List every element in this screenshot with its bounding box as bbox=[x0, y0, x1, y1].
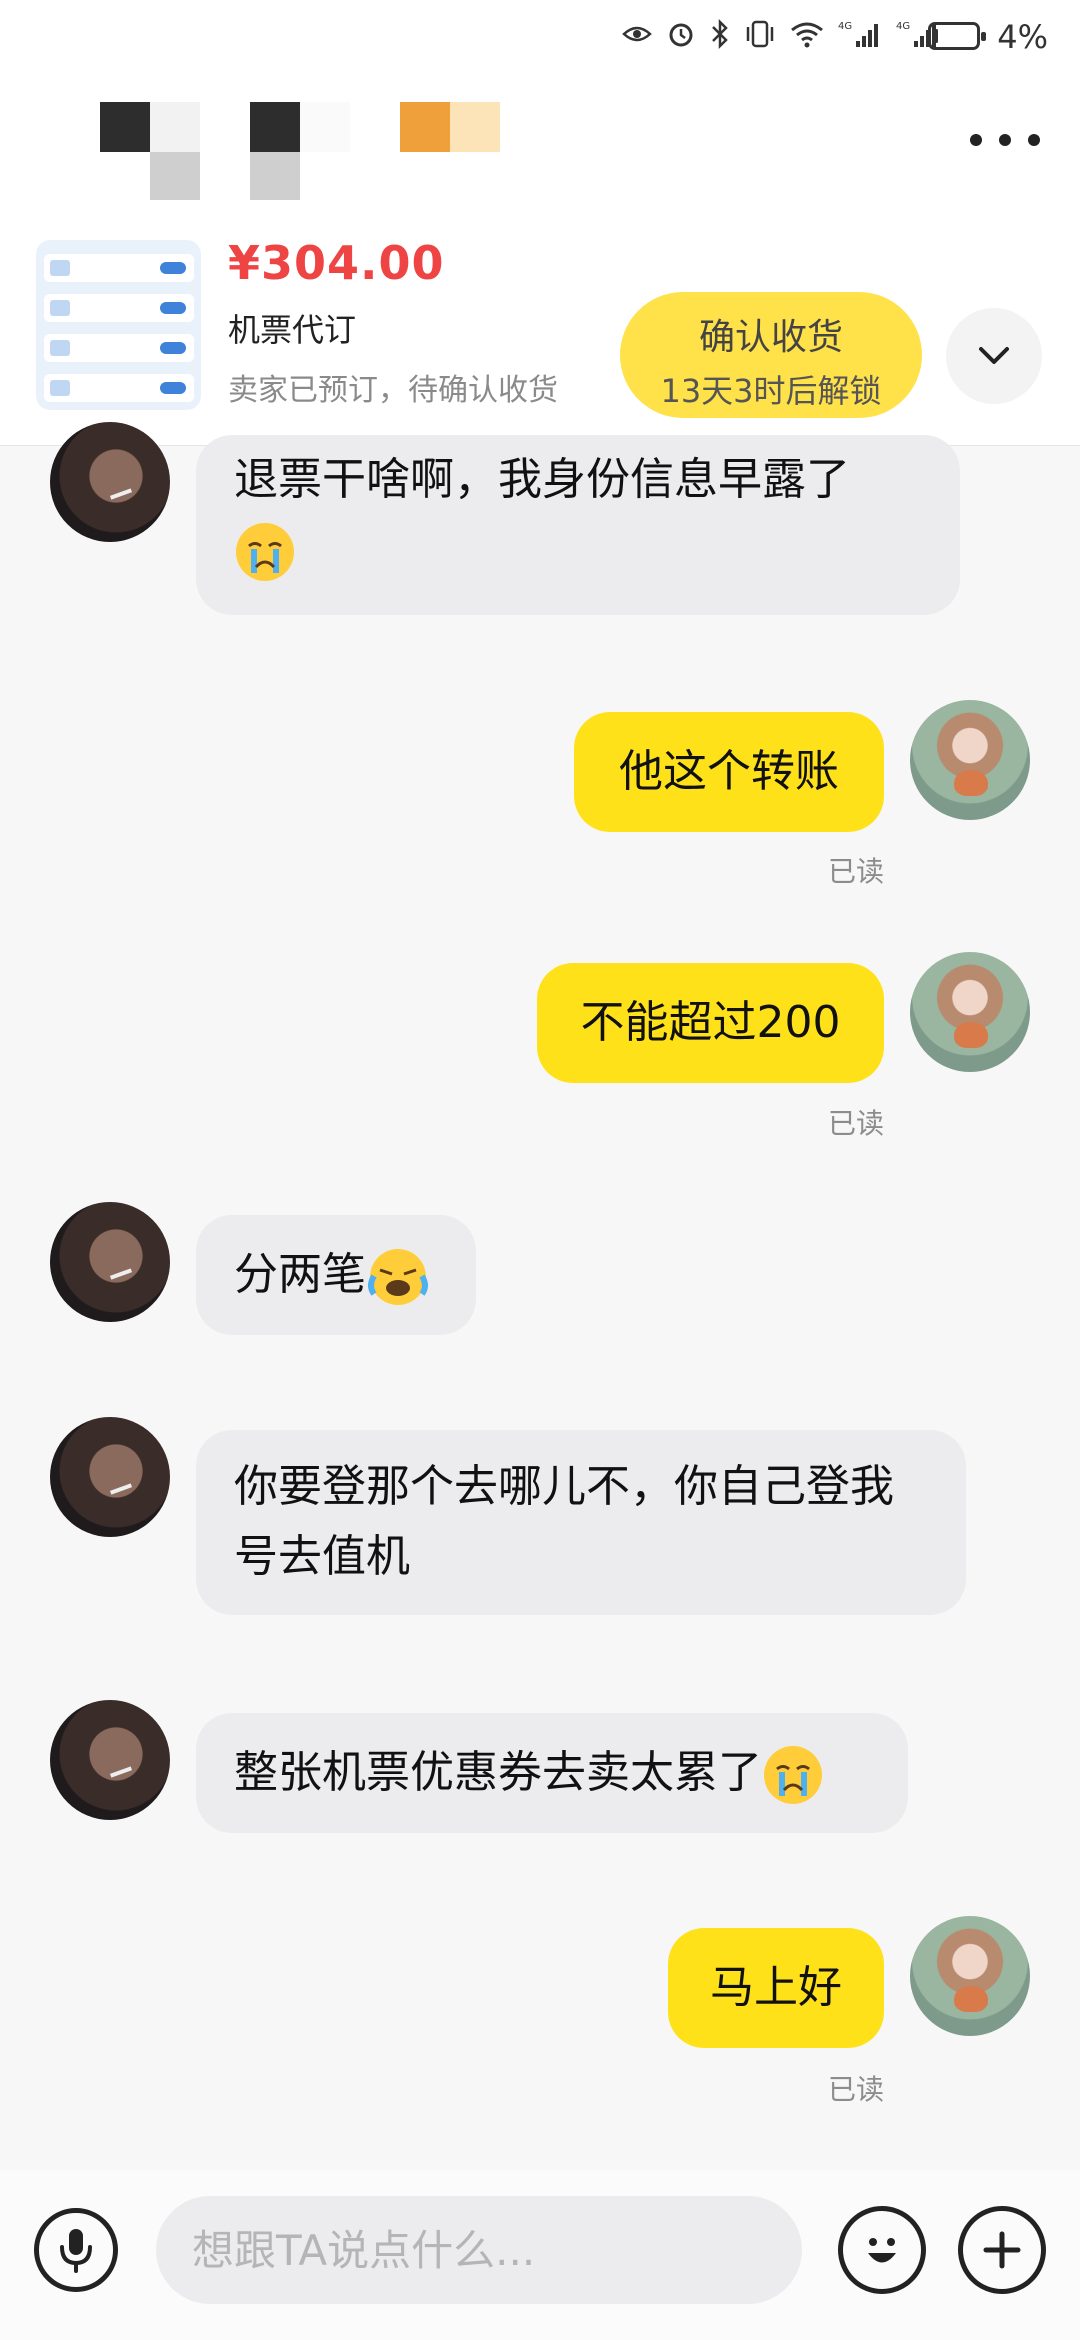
message-text: 他这个转账 bbox=[619, 746, 839, 797]
message-text: 分两笔 bbox=[234, 1249, 366, 1300]
confirm-receipt-button[interactable]: 确认收货 13天3时后解锁 bbox=[620, 292, 922, 418]
status-bar: 4G 4G 4% bbox=[0, 0, 1080, 80]
emoji-button[interactable] bbox=[838, 2206, 926, 2294]
message-text: 你要登那个去哪儿不，你自己登我号去值机 bbox=[234, 1461, 894, 1582]
crying-face-icon bbox=[764, 1746, 822, 1804]
battery-level bbox=[935, 29, 938, 43]
message-bubble-outgoing: 马上好 bbox=[668, 1928, 884, 2048]
crying-face-icon bbox=[236, 523, 294, 581]
order-thumbnail bbox=[36, 240, 201, 410]
contact-name-blurred bbox=[100, 92, 500, 202]
status-icons: 4G 4G bbox=[622, 18, 940, 50]
contact-avatar[interactable] bbox=[50, 1202, 170, 1322]
signal-4g-icon: 4G bbox=[838, 21, 878, 47]
battery-icon bbox=[928, 22, 986, 50]
order-title: 机票代订 bbox=[228, 311, 357, 349]
battery-percent: 4% bbox=[997, 18, 1048, 56]
message-bubble-incoming: 分两笔 bbox=[196, 1215, 476, 1335]
unlock-countdown: 13天3时后解锁 bbox=[660, 372, 882, 410]
plus-icon bbox=[983, 2231, 1021, 2269]
message-bubble-incoming: 退票干啥啊，我身份信息早露了 bbox=[196, 435, 960, 615]
message-text: 马上好 bbox=[710, 1962, 842, 2013]
my-avatar[interactable] bbox=[910, 952, 1030, 1072]
message-input[interactable] bbox=[156, 2196, 802, 2304]
message-bubble-outgoing: 不能超过200 bbox=[537, 963, 884, 1083]
message-input-bar bbox=[0, 2170, 1080, 2340]
contact-avatar[interactable] bbox=[50, 1700, 170, 1820]
order-card[interactable]: ¥304.00 机票代订 卖家已预订，待确认收货 确认收货 13天3时后解锁 bbox=[0, 200, 1080, 446]
read-receipt: 已读 bbox=[828, 1107, 885, 1140]
order-status: 卖家已预订，待确认收货 bbox=[228, 373, 558, 408]
wifi-icon bbox=[791, 22, 823, 48]
microphone-icon bbox=[60, 2229, 92, 2273]
chevron-down-icon bbox=[979, 347, 1009, 364]
read-receipt: 已读 bbox=[828, 2073, 885, 2106]
message-text: 退票干啥啊，我身份信息早露了 bbox=[234, 454, 850, 505]
message-bubble-incoming: 整张机票优惠券去卖太累了 bbox=[196, 1713, 908, 1833]
my-avatar[interactable] bbox=[910, 700, 1030, 820]
message-bubble-outgoing: 他这个转账 bbox=[574, 712, 884, 832]
expand-order-button[interactable] bbox=[946, 308, 1042, 404]
voice-button[interactable] bbox=[34, 2208, 118, 2292]
my-avatar[interactable] bbox=[910, 1916, 1030, 2036]
more-button[interactable] bbox=[970, 120, 1040, 160]
read-receipt: 已读 bbox=[828, 855, 885, 888]
contact-avatar[interactable] bbox=[50, 422, 170, 542]
chat-header bbox=[0, 80, 1080, 202]
vibrate-icon bbox=[746, 20, 774, 48]
confirm-receipt-label: 确认收货 bbox=[698, 317, 843, 358]
message-bubble-incoming: 你要登那个去哪儿不，你自己登我号去值机 bbox=[196, 1430, 966, 1615]
message-text: 整张机票优惠券去卖太累了 bbox=[234, 1747, 762, 1798]
svg-text:4G: 4G bbox=[896, 21, 910, 32]
smiley-icon bbox=[868, 2238, 896, 2263]
bluetooth-icon bbox=[712, 18, 728, 50]
more-dots-icon bbox=[970, 134, 982, 146]
eye-icon bbox=[622, 26, 652, 42]
order-price: ¥304.00 bbox=[228, 236, 445, 290]
svg-text:4G: 4G bbox=[838, 21, 852, 32]
contact-avatar[interactable] bbox=[50, 1417, 170, 1537]
loudly-crying-face-icon bbox=[368, 1249, 428, 1305]
message-text: 不能超过200 bbox=[580, 997, 841, 1048]
alarm-icon bbox=[669, 23, 693, 47]
more-actions-button[interactable] bbox=[958, 2206, 1046, 2294]
